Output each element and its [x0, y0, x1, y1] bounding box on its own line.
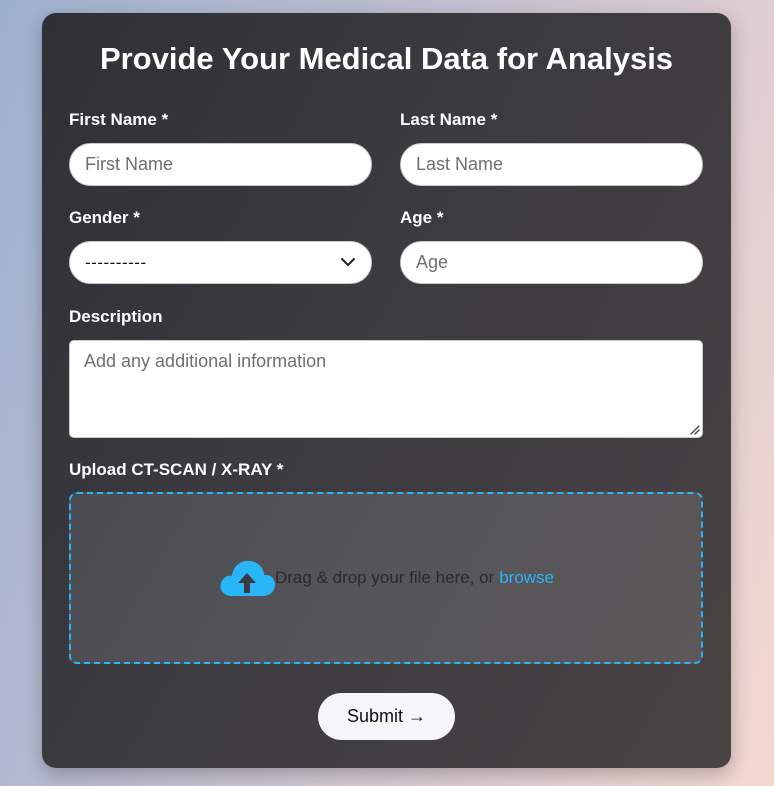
cloud-upload-icon: [220, 560, 276, 596]
first-name-label: First Name *: [69, 110, 169, 129]
browse-link[interactable]: browse: [499, 568, 554, 588]
age-label: Age *: [400, 208, 444, 227]
gender-selected-value: ----------: [85, 252, 147, 272]
first-name-input[interactable]: [69, 143, 372, 186]
description-textarea[interactable]: [69, 340, 703, 438]
resize-grip-icon[interactable]: [688, 423, 700, 435]
last-name-label: Last Name *: [400, 110, 498, 129]
file-dropzone[interactable]: Drag & drop your file here, or browse: [69, 492, 703, 664]
dropzone-prompt: Drag & drop your file here, or: [274, 568, 495, 587]
medical-form-card: Provide Your Medical Data for Analysis F…: [42, 13, 731, 768]
form-title: Provide Your Medical Data for Analysis: [99, 41, 674, 76]
description-label: Description: [69, 307, 163, 326]
chevron-down-icon: [340, 255, 356, 271]
submit-button[interactable]: Submit →: [318, 693, 455, 740]
gender-select[interactable]: ----------: [69, 241, 372, 284]
upload-label: Upload CT-SCAN / X-RAY *: [69, 460, 284, 479]
last-name-input[interactable]: [400, 143, 703, 186]
age-input[interactable]: [400, 241, 703, 284]
gender-label: Gender *: [69, 208, 140, 227]
